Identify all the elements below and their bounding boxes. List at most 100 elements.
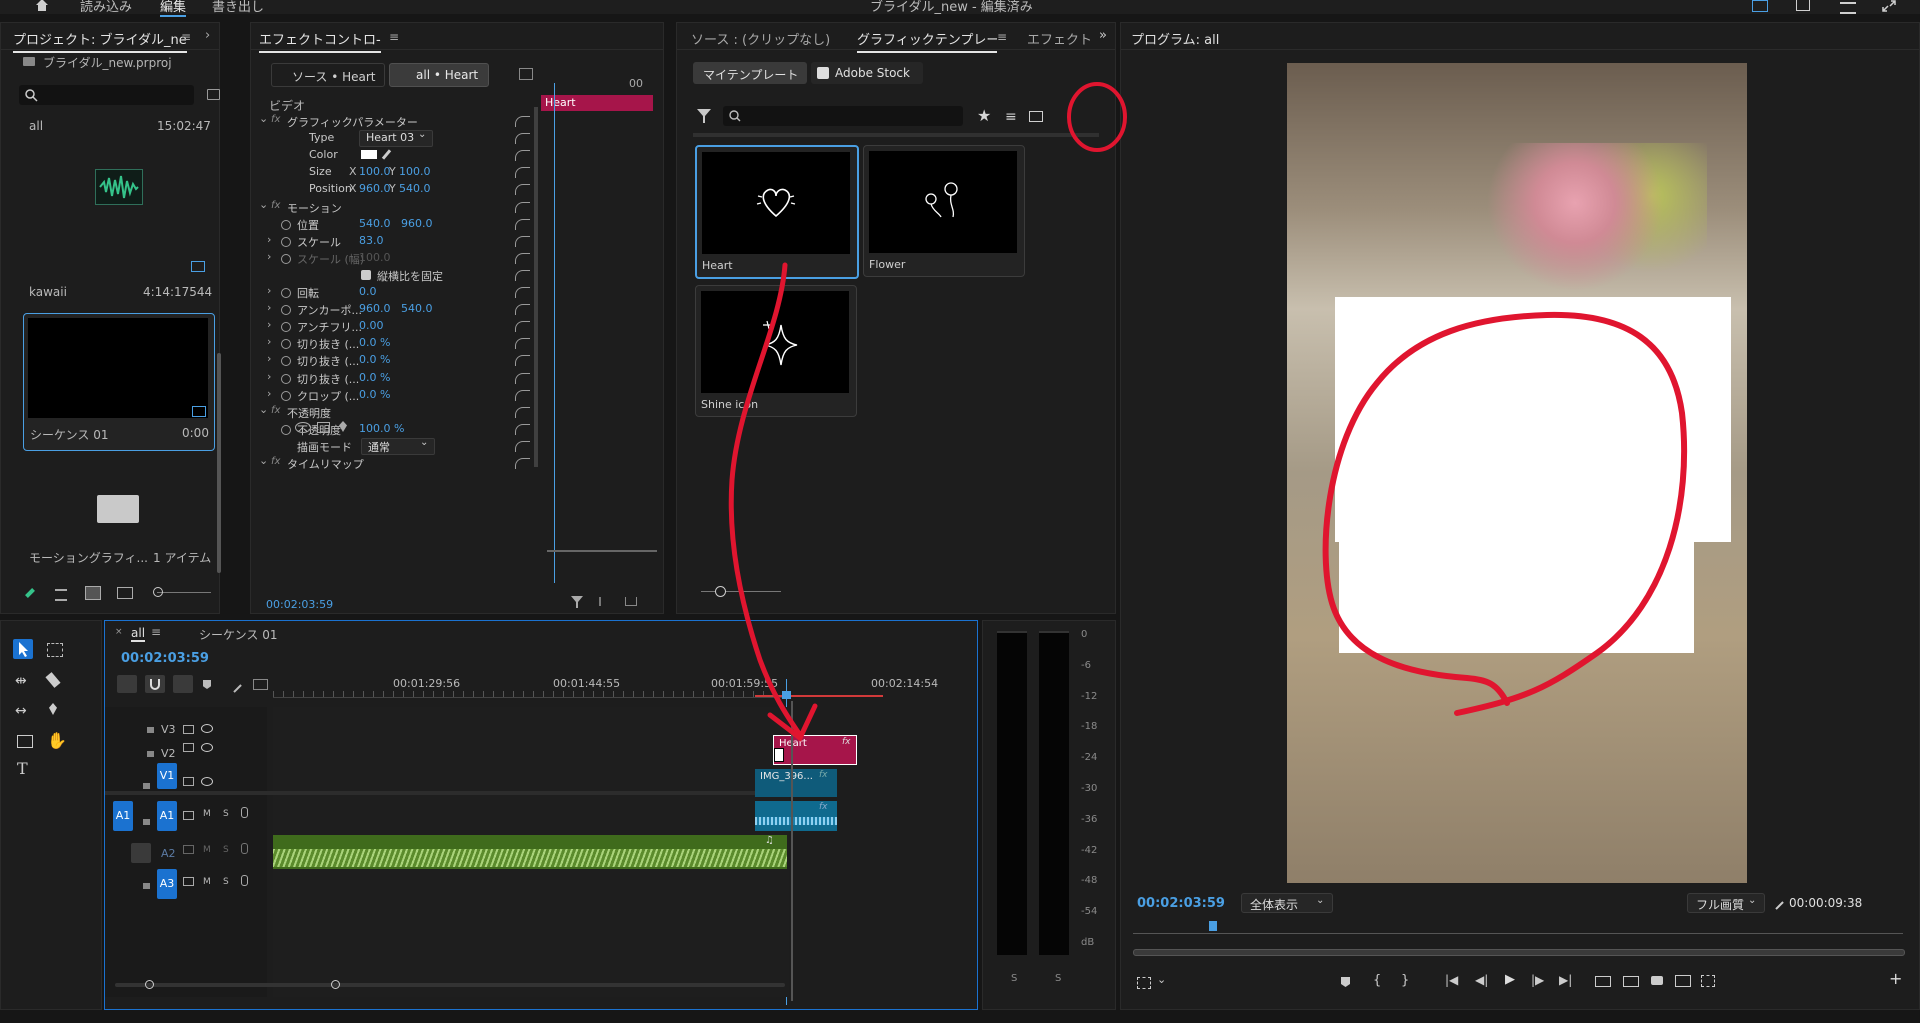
- project-item-name[interactable]: kawaii: [29, 285, 67, 299]
- stopwatch-icon[interactable]: [281, 236, 291, 247]
- ellipse-mask-icon[interactable]: [295, 422, 311, 433]
- razor-tool-icon[interactable]: [45, 672, 61, 688]
- ec-property-value[interactable]: 100.0 %: [359, 422, 404, 435]
- ec-property-value[interactable]: 100.0: [359, 165, 391, 178]
- ec-group-row[interactable]: 不透明度 ⌄ fx: [251, 403, 533, 421]
- program-zoom-bar[interactable]: [1133, 949, 1905, 956]
- ec-playhead[interactable]: [554, 83, 555, 583]
- program-ruler[interactable]: [1133, 925, 1903, 934]
- pencil-icon[interactable]: [25, 588, 35, 598]
- list-view-icon[interactable]: ≡: [1005, 109, 1017, 125]
- timeline-timecode[interactable]: 00:02:03:59: [121, 651, 209, 666]
- chevron-right-icon[interactable]: ›: [267, 301, 271, 314]
- reset-icon[interactable]: [515, 372, 530, 384]
- mark-out-icon[interactable]: }: [1401, 973, 1409, 988]
- ec-property-row[interactable]: Color: [251, 147, 533, 164]
- reset-icon[interactable]: [515, 150, 530, 162]
- tab-project[interactable]: プロジェクト: ブライダル_ne: [13, 29, 187, 53]
- play-icon[interactable]: ▶: [1505, 972, 1515, 987]
- lock-icon[interactable]: [131, 843, 151, 863]
- fx-icon[interactable]: fx: [271, 405, 280, 416]
- tab-all[interactable]: all: [131, 626, 146, 642]
- solo-button[interactable]: S: [1011, 973, 1017, 984]
- mic-icon[interactable]: [241, 875, 248, 886]
- tab-graphic-templates[interactable]: グラフィックテンプレート: [857, 29, 997, 53]
- ec-property-row[interactable]: アンカーポ... › 960.0 540.0: [251, 301, 533, 318]
- timeline-ruler[interactable]: [273, 673, 783, 698]
- reset-icon[interactable]: [515, 167, 530, 179]
- tab-source[interactable]: ソース : (クリップなし): [691, 29, 830, 48]
- ec-property-row[interactable]: アンチフリ... › 0.00: [251, 318, 533, 335]
- panel-menu-icon[interactable]: ≡: [151, 625, 161, 639]
- ec-property-value[interactable]: 0.0 %: [359, 336, 390, 349]
- chevron-right-icon[interactable]: ›: [267, 250, 271, 263]
- go-to-in-icon[interactable]: |◀: [1445, 973, 1458, 987]
- lift-icon[interactable]: [1595, 976, 1611, 987]
- zoom-slider-handle[interactable]: [153, 587, 163, 597]
- add-marker-icon[interactable]: [203, 680, 211, 689]
- ec-dropdown[interactable]: Heart 03 ⌄: [359, 129, 433, 148]
- track-target-a3[interactable]: A3: [157, 869, 177, 899]
- pen-tool-icon[interactable]: [49, 703, 57, 715]
- panel-menu-icon[interactable]: ≡: [389, 30, 399, 44]
- ec-property-value[interactable]: 0.0: [359, 285, 377, 298]
- ec-property-row[interactable]: Size X 100.0 Y 100.0: [251, 164, 533, 181]
- freeform-view-icon[interactable]: [117, 587, 133, 599]
- reset-icon[interactable]: [515, 440, 530, 452]
- chevron-right-icon[interactable]: ›: [267, 352, 271, 365]
- reset-icon[interactable]: [515, 423, 530, 435]
- ec-property-row[interactable]: 回転 › 0.0: [251, 284, 533, 301]
- ec-property-row[interactable]: 描画モード 通常 ⌄: [251, 437, 533, 455]
- rectangle-mask-icon[interactable]: [317, 422, 330, 433]
- close-tab-icon[interactable]: ×: [115, 627, 123, 637]
- share-icon[interactable]: [1796, 0, 1810, 11]
- snap-icon[interactable]: [145, 675, 165, 693]
- chevron-right-icon[interactable]: ›: [267, 284, 271, 297]
- stopwatch-icon[interactable]: [281, 305, 291, 316]
- project-item-name[interactable]: モーショングラフィ...: [29, 549, 148, 566]
- play-audio-icon[interactable]: [599, 597, 611, 606]
- mic-icon[interactable]: [241, 807, 248, 818]
- type-tool-icon[interactable]: T: [17, 759, 28, 778]
- tab-adobe-stock[interactable]: Adobe Stock: [811, 62, 923, 84]
- reset-icon[interactable]: [515, 252, 530, 264]
- panel-menu-icon[interactable]: ≡: [181, 30, 191, 44]
- ec-property-row[interactable]: 不透明度 100.0 %: [251, 421, 533, 438]
- toggle-sync-icon[interactable]: [183, 877, 194, 886]
- lock-icon[interactable]: [143, 819, 150, 825]
- home-icon[interactable]: [34, 0, 48, 11]
- project-item-name[interactable]: all: [29, 119, 43, 133]
- vr-icon[interactable]: [1701, 975, 1715, 987]
- project-search-input[interactable]: [19, 85, 194, 105]
- ec-dropdown[interactable]: 通常 ⌄: [361, 437, 435, 455]
- chevron-right-icon[interactable]: ›: [267, 335, 271, 348]
- toggle-sync-icon[interactable]: [183, 777, 194, 786]
- captions-icon[interactable]: [253, 679, 268, 690]
- mute-button[interactable]: M: [203, 845, 211, 855]
- chevron-down-icon[interactable]: ⌄: [259, 403, 268, 416]
- fx-icon[interactable]: fx: [271, 456, 280, 467]
- color-swatch[interactable]: [361, 150, 377, 160]
- timeline-horizontal-scroll[interactable]: [115, 983, 785, 987]
- rectangle-tool-icon[interactable]: [17, 735, 33, 748]
- eye-icon[interactable]: [201, 777, 213, 786]
- eyedropper-icon[interactable]: [381, 149, 392, 160]
- reset-icon[interactable]: [515, 201, 530, 213]
- lock-icon[interactable]: [147, 751, 154, 757]
- stopwatch-icon[interactable]: [281, 219, 291, 230]
- reset-icon[interactable]: [515, 133, 530, 145]
- ec-property-row[interactable]: 縦横比を固定: [251, 267, 533, 284]
- sequence-clip-chip[interactable]: all • Heart: [389, 63, 489, 87]
- mic-icon[interactable]: [241, 843, 248, 854]
- ec-property-row[interactable]: Position X 960.0 Y 540.0: [251, 181, 533, 198]
- lock-icon[interactable]: [143, 883, 150, 889]
- toggle-sync-icon[interactable]: [183, 725, 194, 734]
- ec-property-row[interactable]: 切り抜き (... › 0.0 %: [251, 352, 533, 369]
- ripple-edit-tool-icon[interactable]: ⇹: [15, 673, 27, 689]
- reset-icon[interactable]: [515, 235, 530, 247]
- ec-property-value[interactable]: 100.0: [359, 251, 391, 264]
- solo-button[interactable]: S: [223, 877, 229, 887]
- thumbnail-size-slider[interactable]: [701, 591, 781, 592]
- chevron-right-icon[interactable]: ›: [267, 370, 271, 383]
- icon-view-icon[interactable]: [85, 586, 101, 600]
